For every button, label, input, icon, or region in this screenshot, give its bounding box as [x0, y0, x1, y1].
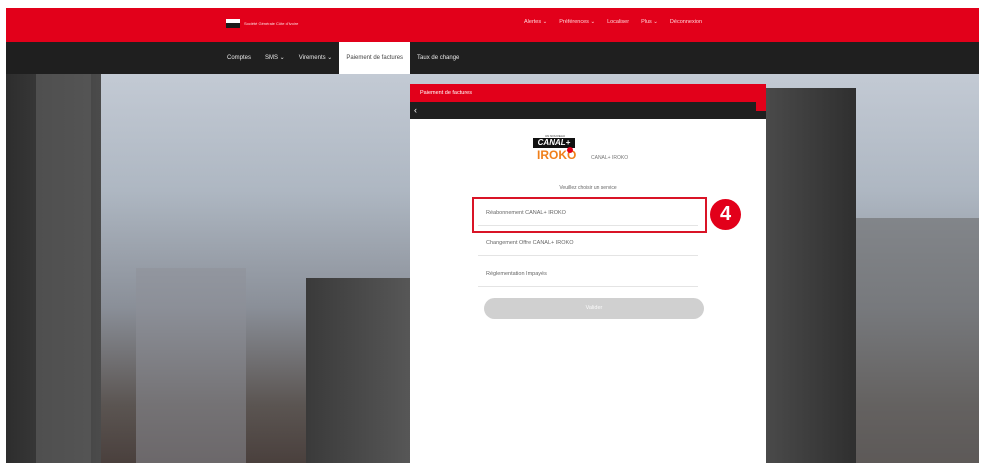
logo-mark-icon — [226, 19, 240, 28]
background-building — [856, 218, 979, 463]
highlight-box — [472, 197, 707, 233]
modal-title: Paiement de factures — [410, 84, 766, 102]
option-reglementation[interactable]: Réglementation Impayés — [478, 262, 698, 287]
background-building — [306, 278, 411, 463]
top-menu: Alertes ⌄ Préférences ⌄ Localiser Plus ⌄… — [524, 19, 702, 25]
nav-paiement-factures[interactable]: Paiement de factures — [339, 42, 411, 74]
biller-name: CANAL+ IROKO — [591, 155, 629, 161]
logo-dot-icon — [567, 147, 573, 153]
nav-sms[interactable]: SMS ⌄ — [258, 42, 292, 74]
top-bar: Société Générale Côte d'Ivoire Alertes ⌄… — [6, 8, 979, 42]
back-arrow-icon[interactable]: ‹ — [414, 105, 417, 115]
service-select-label: Veuillez choisir un service — [559, 185, 617, 191]
step-number-badge: 4 — [710, 199, 741, 230]
flag-icon — [756, 102, 766, 111]
nav-virements[interactable]: Virements ⌄ — [292, 42, 340, 74]
submit-button[interactable]: Valider — [484, 298, 704, 319]
menu-alertes[interactable]: Alertes ⌄ — [524, 19, 547, 25]
bank-logo[interactable]: Société Générale Côte d'Ivoire — [226, 19, 302, 28]
bank-name: Société Générale Côte d'Ivoire — [244, 20, 299, 26]
menu-plus[interactable]: Plus ⌄ — [641, 19, 658, 25]
menu-localiser[interactable]: Localiser — [607, 19, 629, 25]
main-nav: Comptes SMS ⌄ Virements ⌄ Paiement de fa… — [6, 42, 979, 74]
nav-taux-change[interactable]: Taux de change — [410, 42, 466, 74]
menu-preferences[interactable]: Préférences ⌄ — [559, 19, 595, 25]
option-changement-offre[interactable]: Changement Offre CANAL+ IROKO — [478, 231, 698, 256]
background-building — [36, 74, 91, 463]
menu-deconnexion[interactable]: Déconnexion — [670, 19, 702, 25]
background-building — [766, 88, 856, 463]
bill-payment-modal: Paiement de factures ‹ UN NOUVEAU CANAL+… — [410, 84, 766, 463]
modal-toolbar: ‹ — [410, 102, 766, 119]
browser-viewport: Société Générale Côte d'Ivoire Alertes ⌄… — [6, 8, 979, 463]
canal-iroko-logo: UN NOUVEAU CANAL+ IROKO — [531, 134, 577, 168]
nav-comptes[interactable]: Comptes — [220, 42, 258, 74]
background-building — [136, 268, 246, 463]
